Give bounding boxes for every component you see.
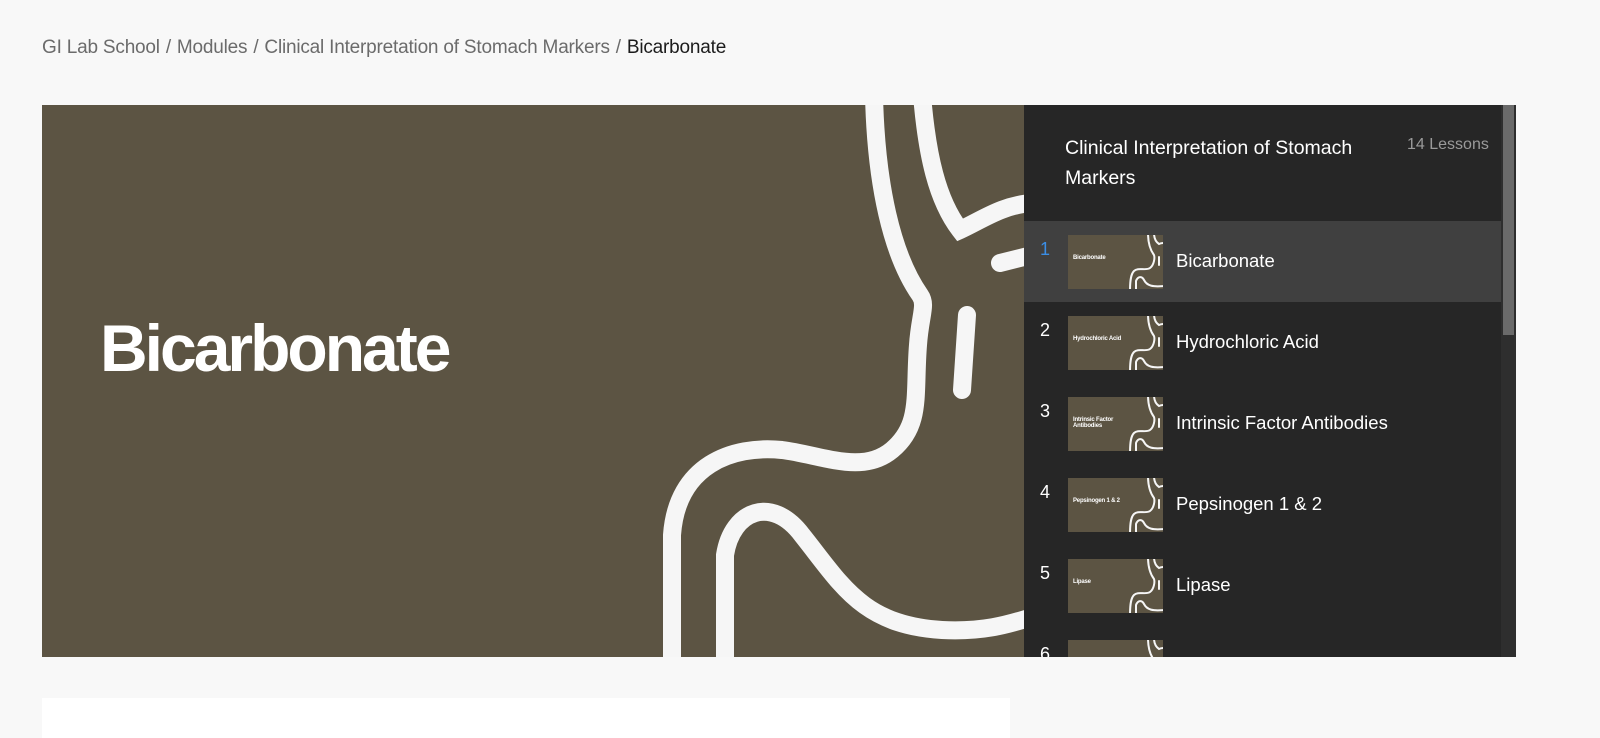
lesson-list: 1 Bicarbonate Bicarbonate 2 Hydrochloric Aci… — [1024, 221, 1501, 657]
lesson-number: 1 — [1040, 239, 1051, 259]
breadcrumb: GI Lab School / Modules / Clinical Interpret… — [42, 37, 726, 59]
breadcrumb-separator: / — [165, 37, 171, 58]
lesson-number: 4 — [1040, 482, 1051, 502]
stomach-thumb-icon — [1129, 316, 1163, 370]
lesson-thumbnail — [1068, 640, 1163, 657]
breadcrumb-separator: / — [253, 37, 259, 58]
breadcrumb-separator: / — [615, 37, 621, 58]
scrollbar-thumb[interactable] — [1503, 105, 1514, 335]
stomach-thumb-icon — [1147, 640, 1163, 657]
scrollbar[interactable] — [1501, 105, 1516, 657]
module-title: Clinical Interpretation of Stomach Marke… — [1065, 137, 1353, 189]
lesson-item[interactable]: 4 Pepsinogen 1 & 2 Pepsinogen 1 & 2 — [1024, 464, 1501, 545]
lesson-number: 3 — [1040, 401, 1051, 421]
lesson-title: Lipase — [1176, 574, 1231, 595]
lesson-title: Bicarbonate — [1176, 250, 1275, 271]
breadcrumb-current: Bicarbonate — [626, 37, 727, 58]
breadcrumb-home[interactable]: GI Lab School — [42, 37, 160, 58]
breadcrumb-modules[interactable]: Modules — [177, 37, 248, 58]
lesson-item[interactable]: 1 Bicarbonate Bicarbonate — [1024, 221, 1501, 302]
lesson-title: Pepsinogen 1 & 2 — [1176, 493, 1323, 514]
lesson-item[interactable]: 3 Intrinsic Factor Antibodies Intrinsic Fa… — [1024, 383, 1501, 464]
lesson-number: 6 — [1040, 644, 1051, 657]
lesson-thumbnail: Bicarbonate — [1068, 235, 1163, 289]
lesson-sidebar: Clinical Interpretation of Stomach Marke… — [1024, 105, 1516, 657]
stomach-thumb-icon — [1129, 397, 1163, 451]
lesson-thumbnail: Lipase — [1068, 559, 1163, 613]
lesson-number: 2 — [1040, 320, 1051, 340]
lesson-title: Hydrochloric Acid — [1176, 331, 1319, 352]
lesson-item[interactable]: 5 Lipase Lipase — [1024, 545, 1501, 626]
video-title: Bicarbonate — [100, 311, 451, 385]
lesson-thumbnail: Intrinsic Factor Antibodies — [1068, 397, 1163, 451]
lesson-item[interactable]: 6 — [1024, 626, 1501, 657]
breadcrumb-module[interactable]: Clinical Interpretation of Stomach Marke… — [264, 37, 610, 58]
lesson-number: 5 — [1040, 563, 1051, 583]
lesson-item[interactable]: 2 Hydrochloric Acid Hydrochloric Acid — [1024, 302, 1501, 383]
lesson-count: 14 Lessons — [1407, 136, 1489, 153]
lesson-thumbnail: Pepsinogen 1 & 2 — [1068, 478, 1163, 532]
lesson-title: Intrinsic Factor Antibodies — [1176, 412, 1388, 433]
stomach-thumb-icon — [1129, 235, 1163, 289]
content-card — [42, 698, 1010, 738]
video-player[interactable]: Bicarbonate — [42, 105, 1024, 657]
lesson-thumbnail: Hydrochloric Acid — [1068, 316, 1163, 370]
stomach-thumb-icon — [1129, 478, 1163, 532]
stomach-thumb-icon — [1129, 559, 1163, 613]
